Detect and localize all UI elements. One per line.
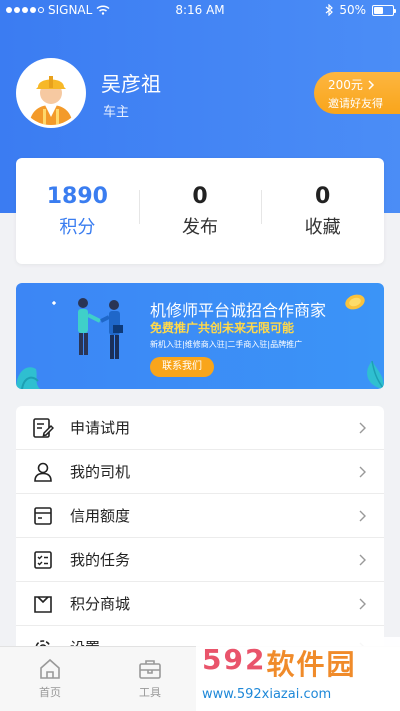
handshake-illustration [16,298,123,389]
chevron-right-icon [359,598,366,609]
tab-tools[interactable]: 工具 [100,647,200,711]
watermark-number: 592 [202,643,267,676]
stat-label: 发布 [182,216,218,238]
watermark-logo: 592 软件园 www.592xiazai.com [196,637,400,711]
menu-item-label: 积分商城 [70,595,131,613]
checklist-icon [32,549,54,571]
user-role: 车主 [103,105,130,120]
user-name: 吴彦祖 [101,72,161,96]
menu-item-points-mall[interactable]: 积分商城 [16,582,384,626]
chevron-right-icon [359,422,366,433]
home-icon [40,658,60,679]
battery-percent: 50% [339,3,366,17]
wifi-icon [96,5,110,15]
invite-friends-button[interactable]: 200元 邀请好友得 [314,72,400,114]
card-icon [32,505,54,527]
bluetooth-icon [325,4,334,16]
menu-item-apply-trial[interactable]: 申请试用 [16,406,384,450]
banner-title: 机修师平台诚招合作商家 [150,301,327,320]
menu-item-label: 信用额度 [70,507,131,525]
status-bar: SIGNAL 8:16 AM 50% [0,0,400,20]
signal-strength-icon [6,7,44,13]
tab-home[interactable]: 首页 [0,647,100,711]
watermark-url: www.592xiazai.com [202,687,332,702]
stats-card: 1890 积分 0 发布 0 收藏 [16,158,384,264]
banner-tags: 新机入驻|维修商入驻|二手商入驻|品牌推广 [150,340,303,349]
stat-label: 积分 [59,216,96,238]
clock: 8:16 AM [175,3,225,17]
battery-icon [372,4,396,16]
menu-item-my-drivers[interactable]: 我的司机 [16,450,384,494]
chevron-right-icon [359,466,366,477]
chevron-right-icon [359,554,366,565]
avatar[interactable] [16,58,86,128]
stat-value: 0 [192,183,208,209]
stat-value: 1890 [46,183,108,209]
invite-label: 邀请好友得 [328,97,383,110]
coin-icon [345,294,365,310]
leaf-decoration-icon [367,360,384,389]
stat-value: 0 [315,183,331,209]
menu-item-label: 申请试用 [70,419,131,437]
stat-published[interactable]: 0 发布 [138,183,262,239]
carrier-label: SIGNAL [48,3,93,17]
menu-item-label: 我的任务 [70,551,131,569]
invite-amount: 200元 [328,78,363,92]
worker-avatar-icon [19,61,83,125]
menu-item-label: 我的司机 [70,463,131,481]
bag-icon [32,593,54,615]
tab-label: 首页 [39,686,61,699]
edit-icon [32,417,54,439]
toolbox-icon [139,660,161,679]
contact-us-button[interactable]: 联系我们 [150,357,214,377]
stat-points[interactable]: 1890 积分 [16,184,139,239]
banner-subtitle: 免费推广共创未来无限可能 [150,321,295,335]
tab-label: 工具 [139,686,161,699]
settings-menu: 申请试用 我的司机 信用额度 我的任务 积分商城 [16,406,384,666]
watermark-text: 软件园 [266,648,357,681]
promo-banner[interactable]: 机修师平台诚招合作商家 免费推广共创未来无限可能 新机入驻|维修商入驻|二手商入… [16,283,384,389]
menu-item-my-tasks[interactable]: 我的任务 [16,538,384,582]
person-icon [32,461,54,483]
stat-label: 收藏 [304,216,341,238]
stat-favorites[interactable]: 0 收藏 [261,184,384,239]
chevron-right-icon [359,510,366,521]
chevron-right-icon [368,79,374,90]
menu-item-credit-limit[interactable]: 信用额度 [16,494,384,538]
